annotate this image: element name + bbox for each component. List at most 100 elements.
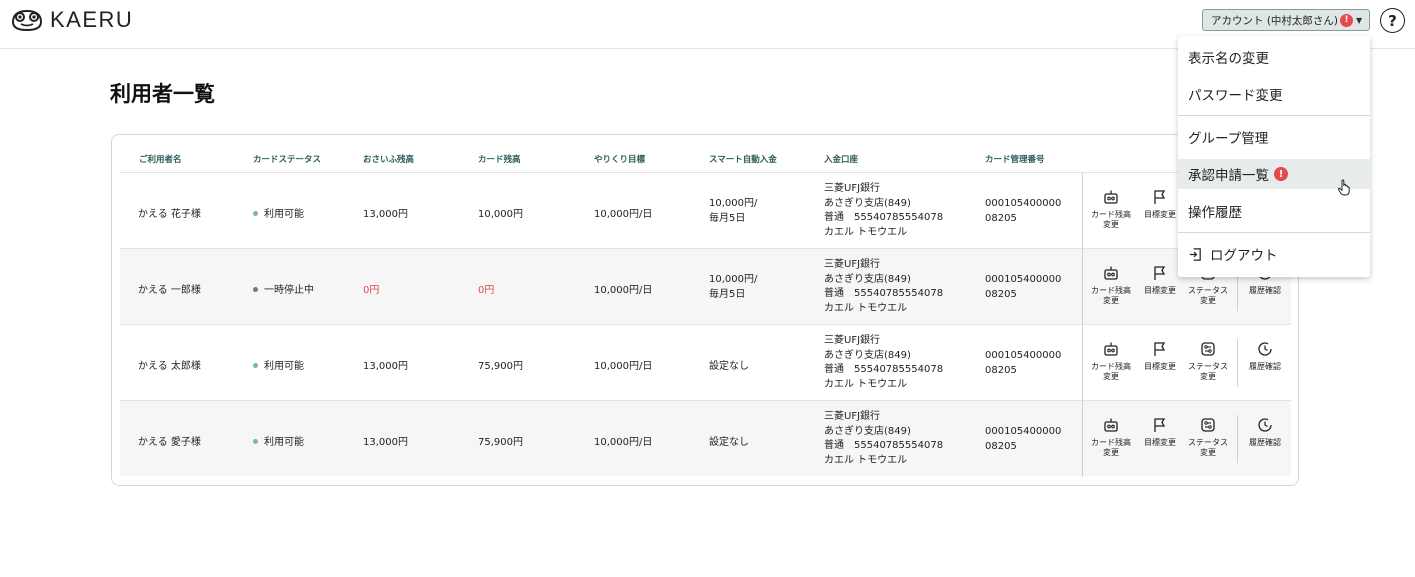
action-label: カード残高 変更 (1091, 286, 1131, 305)
budget-goal: 10,000円/日 (594, 437, 653, 448)
menu-item-change-display-name[interactable]: 表示名の変更 (1178, 42, 1370, 72)
user-name: かえる 花子様 (138, 209, 201, 220)
divider (1082, 173, 1083, 249)
menu-separator (1178, 115, 1370, 116)
deposit-account: 三菱UFJ銀行 あさぎり支店(849) 普通 55540785554078 カエル ト… (824, 183, 944, 238)
column-header-card-balance: カード残高 (478, 155, 521, 165)
wallet-balance: 13,000円 (363, 209, 408, 220)
action-label: 目標変更 (1144, 362, 1176, 371)
card-balance: 75,900円 (478, 437, 523, 448)
card-status: 一時停止中 (253, 281, 314, 296)
caret-down-icon: ▼ (1356, 15, 1363, 25)
action-label: カード残高 変更 (1091, 438, 1131, 457)
logo[interactable]: KAERU (10, 7, 133, 33)
account-label: アカウント (中村太郎さん) (1211, 14, 1339, 27)
status-dot (253, 438, 258, 444)
history-clock-icon (1258, 418, 1272, 432)
history-button[interactable]: 履歴確認 (1241, 417, 1289, 448)
divider (1082, 401, 1083, 477)
action-label: ステータス 変更 (1188, 438, 1228, 457)
action-label: 目標変更 (1144, 438, 1176, 447)
user-name: かえる 太郎様 (138, 361, 201, 372)
menu-item-logout[interactable]: ログアウト (1178, 239, 1370, 269)
menu-separator (1178, 232, 1370, 233)
divider (1082, 325, 1083, 401)
robot-icon (1104, 418, 1118, 432)
wallet-balance: 13,000円 (363, 437, 408, 448)
hand-pointer-cursor-icon (1337, 179, 1350, 196)
status-dot (253, 362, 258, 368)
status-dot (253, 286, 258, 292)
deposit-account: 三菱UFJ銀行 あさぎり支店(849) 普通 55540785554078 カエル ト… (824, 259, 944, 314)
card-balance: 10,000円 (478, 209, 523, 220)
flag-icon (1154, 418, 1166, 432)
wallet-balance: 0円 (363, 285, 380, 296)
deposit-account: 三菱UFJ銀行 あさぎり支店(849) 普通 55540785554078 カエル ト… (824, 411, 944, 466)
table-row: かえる 一郎様 一時停止中 0円 0円 10,000円/日 10,000円/毎月… (120, 248, 1291, 325)
menu-item-change-password[interactable]: パスワード変更 (1178, 79, 1370, 109)
status-dot (253, 210, 258, 216)
flag-icon (1154, 342, 1166, 356)
card-status: 利用可能 (253, 357, 304, 372)
card-status: 利用可能 (253, 205, 304, 220)
wallet-balance: 13,000円 (363, 361, 408, 372)
help-button[interactable]: ? (1380, 8, 1405, 33)
status-change-button[interactable]: ステータス 変更 (1184, 417, 1232, 458)
divider (1237, 415, 1238, 463)
column-header-deposit-account: 入金口座 (824, 155, 859, 165)
auto-deposit: 10,000円/毎月5日 (709, 198, 758, 224)
flag-icon (1154, 190, 1166, 204)
goal-change-button[interactable]: 目標変更 (1136, 341, 1184, 372)
card-status: 利用可能 (253, 433, 304, 448)
card-balance: 75,900円 (478, 361, 523, 372)
notification-badge: ! (1274, 167, 1288, 181)
users-table-card: ご利用者名 カードステータス おさいふ残高 カード残高 やりくり目標 スマート自… (111, 134, 1299, 486)
action-label: 履歴確認 (1249, 362, 1281, 371)
action-label: ステータス 変更 (1188, 286, 1228, 305)
column-header-name: ご利用者名 (139, 155, 182, 165)
flag-icon (1154, 266, 1166, 280)
card-balance-change-button[interactable]: カード残高 変更 (1087, 341, 1135, 382)
page-title: 利用者一覧 (110, 82, 215, 106)
question-icon: ? (1388, 11, 1397, 30)
notification-badge: ! (1340, 13, 1354, 27)
divider (1237, 339, 1238, 387)
auto-deposit: 10,000円/毎月5日 (709, 274, 758, 300)
card-balance-change-button[interactable]: カード残高 変更 (1087, 265, 1135, 306)
menu-item-operation-history[interactable]: 操作履歴 (1178, 196, 1370, 226)
account-menu-button[interactable]: アカウント (中村太郎さん) ! ▼ (1202, 9, 1370, 31)
robot-icon (1104, 266, 1118, 280)
deposit-account: 三菱UFJ銀行 あさぎり支店(849) 普通 55540785554078 カエル ト… (824, 335, 944, 390)
budget-goal: 10,000円/日 (594, 361, 653, 372)
budget-goal: 10,000円/日 (594, 285, 653, 296)
card-management-number: 000105400000 08205 (985, 198, 1062, 224)
table-row: かえる 太郎様 利用可能 13,000円 75,900円 10,000円/日 設… (120, 324, 1291, 401)
toggle-settings-icon (1201, 342, 1215, 356)
action-label: 履歴確認 (1249, 286, 1281, 295)
goal-change-button[interactable]: 目標変更 (1136, 189, 1184, 220)
auto-deposit: 設定なし (709, 437, 749, 448)
card-management-number: 000105400000 08205 (985, 274, 1062, 300)
action-label: 目標変更 (1144, 286, 1176, 295)
column-header-budget-goal: やりくり目標 (594, 155, 646, 165)
card-balance-change-button[interactable]: カード残高 変更 (1087, 417, 1135, 458)
history-button[interactable]: 履歴確認 (1241, 341, 1289, 372)
goal-change-button[interactable]: 目標変更 (1136, 417, 1184, 448)
card-management-number: 000105400000 08205 (985, 350, 1062, 376)
robot-icon (1104, 342, 1118, 356)
card-balance: 0円 (478, 285, 495, 296)
goal-change-button[interactable]: 目標変更 (1136, 265, 1184, 296)
column-header-auto-deposit: スマート自動入金 (709, 155, 777, 165)
logo-text: KAERU (50, 7, 134, 32)
logout-icon (1189, 247, 1201, 261)
auto-deposit: 設定なし (709, 361, 749, 372)
card-management-number: 000105400000 08205 (985, 426, 1062, 452)
column-header-card-status: カードステータス (253, 155, 322, 165)
status-change-button[interactable]: ステータス 変更 (1184, 341, 1232, 382)
action-label: 目標変更 (1144, 210, 1176, 219)
card-balance-change-button[interactable]: カード残高 変更 (1087, 189, 1135, 230)
account-dropdown-menu: 表示名の変更 パスワード変更 グループ管理 承認申請一覧 ! 操作履歴 ログアウ… (1178, 36, 1370, 277)
menu-item-group-management[interactable]: グループ管理 (1178, 122, 1370, 152)
menu-item-label: 承認申請一覧 (1188, 168, 1269, 184)
budget-goal: 10,000円/日 (594, 209, 653, 220)
